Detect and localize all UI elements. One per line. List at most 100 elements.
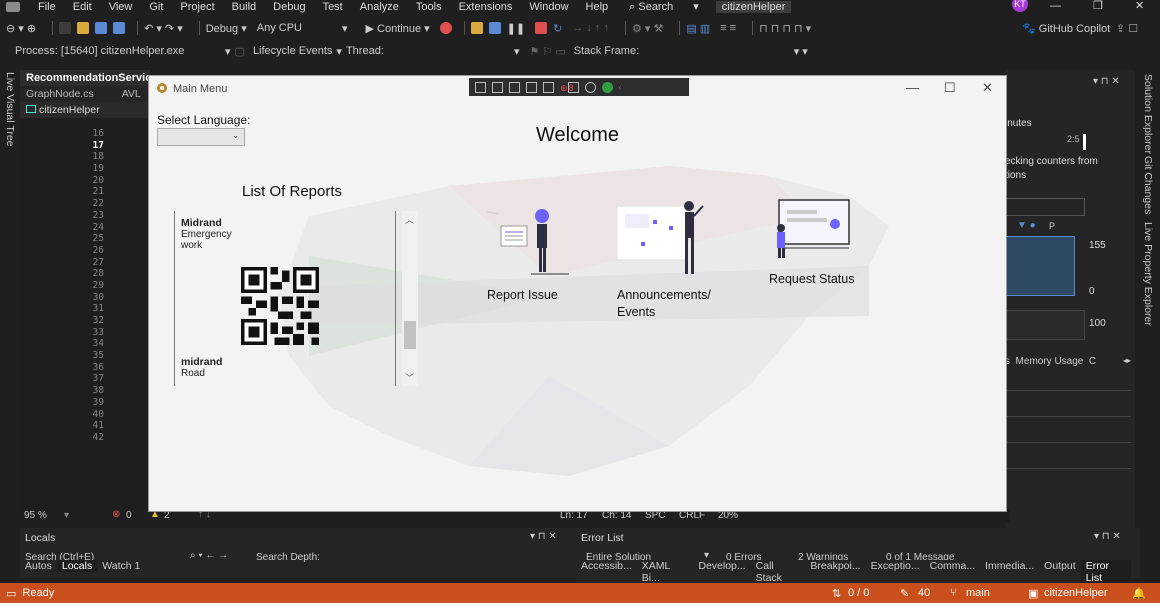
scroll-tabs-icon[interactable]: ◂▸ (1123, 356, 1131, 365)
bookmark-icons[interactable]: ⊓ ⊓ ⊓ ⊓ ▾ (759, 22, 811, 35)
search-box[interactable]: ⌕ Search ▾ (629, 1, 699, 13)
select-element-icon[interactable] (492, 81, 503, 93)
menu-extensions[interactable]: Extensions (459, 1, 513, 13)
menu-window[interactable]: Window (529, 1, 568, 13)
flag-icons[interactable]: ⚑ ⚐ ▭ (529, 45, 565, 58)
error-count[interactable]: 0 (126, 510, 132, 521)
close-icon[interactable]: ✕ (1135, 0, 1144, 12)
announcements-illustration[interactable] (617, 196, 713, 278)
platform-chevron-icon[interactable]: ▾ (342, 22, 348, 35)
locals-controls-icon[interactable]: ▾ ⊓ ✕ (530, 531, 557, 542)
binding-failures-icon[interactable]: ⊛8 (560, 81, 579, 93)
track-focus-icon[interactable] (526, 81, 537, 93)
stop-icon[interactable] (535, 22, 548, 34)
request-status-illustration[interactable] (775, 198, 851, 260)
menu-git[interactable]: Git (149, 1, 163, 13)
collapse-toolbar-icon[interactable]: ‹ (619, 82, 630, 93)
tab-autos[interactable]: Autos (20, 560, 57, 572)
config-dropdown[interactable]: Debug ▾ (206, 22, 247, 35)
accessibility-icon[interactable] (584, 81, 596, 93)
app-minimize-icon[interactable]: — (906, 80, 919, 95)
menu-test[interactable]: Test (323, 1, 343, 13)
tab-command[interactable]: Comma... (925, 560, 981, 584)
changes-count[interactable]: 40 (918, 587, 930, 599)
folder-icon[interactable] (470, 22, 483, 34)
notification-icon[interactable]: 🔔 (1132, 587, 1146, 600)
undo-icon[interactable]: ↶ ▾ ↷ ▾ (144, 22, 183, 35)
hot-reload-status-icon[interactable] (601, 81, 613, 93)
menu-view[interactable]: View (109, 1, 133, 13)
save-all-icon[interactable] (113, 22, 126, 34)
menu-debug[interactable]: Debug (273, 1, 305, 13)
sync-count[interactable]: 0 / 0 (848, 587, 869, 599)
menu-tools[interactable]: Tools (416, 1, 442, 13)
tab-output[interactable]: Output (1039, 560, 1081, 584)
menu-build[interactable]: Build (232, 1, 256, 13)
panel-controls-icon[interactable]: ▾ ⊓ ✕ (1093, 76, 1120, 87)
tab-xaml-binding[interactable]: XAML Bi... (637, 560, 694, 584)
report-issue-illustration[interactable] (487, 204, 573, 276)
tab-recommendation-service[interactable]: RecommendationService (20, 70, 157, 86)
tab-exceptions[interactable]: Exceptio... (866, 560, 925, 584)
reports-list[interactable]: Midrand Emergency work midrand Road (174, 211, 396, 386)
save-icon[interactable] (95, 22, 108, 34)
share-icon[interactable]: ⇪ ☐ (1116, 22, 1138, 35)
menu-file[interactable]: File (38, 1, 56, 13)
menu-edit[interactable]: Edit (73, 1, 92, 13)
list-item[interactable]: Midrand Emergency work (175, 217, 395, 348)
zoom-level[interactable]: 95 % (24, 510, 47, 521)
solution-explorer-tab[interactable]: Solution Explorer (1142, 74, 1154, 154)
app-close-icon[interactable]: ✕ (982, 80, 993, 96)
back-icon[interactable]: ⊖ ▾ ⊕ (6, 22, 36, 35)
scroll-thumb[interactable] (404, 321, 416, 349)
report-issue-label[interactable]: Report Issue (487, 288, 558, 302)
menu-help[interactable]: Help (586, 1, 609, 13)
restart-icon[interactable]: ↻ (553, 22, 562, 35)
tab-call-stack[interactable]: Call Stack (751, 560, 806, 584)
live-property-explorer-tab[interactable]: Live Property Explorer (1142, 222, 1154, 326)
process-chevron-icon[interactable]: ▾ (225, 45, 231, 58)
thread-chevron-icon[interactable]: ▾ (514, 45, 520, 58)
git-changes-tab[interactable]: Git Changes (1142, 156, 1154, 214)
stack-chevron-icon[interactable]: ▾ ▾ (794, 45, 808, 58)
request-status-label[interactable]: Request Status (769, 272, 854, 286)
menu-analyze[interactable]: Analyze (360, 1, 399, 13)
tab-developer[interactable]: Develop... (693, 560, 750, 584)
new-project-icon[interactable] (59, 22, 72, 34)
scroll-down-icon[interactable]: ﹀ (405, 371, 414, 384)
diagnostic-tabs[interactable]: s Memory Usage C (1005, 356, 1096, 367)
repo-name[interactable]: citizenHelper (1044, 587, 1108, 599)
tab-immediate[interactable]: Immedia... (980, 560, 1039, 584)
branch-name[interactable]: main (966, 587, 990, 599)
language-combobox[interactable]: ⌄ (157, 128, 245, 146)
window-icon[interactable] (488, 22, 501, 34)
stack-frame-dropdown[interactable]: Stack Frame: (574, 45, 794, 57)
events-label[interactable]: Events (617, 305, 655, 319)
zoom-chevron-icon[interactable]: ▾ (64, 510, 69, 521)
app-maximize-icon[interactable]: ☐ (944, 80, 956, 96)
scroll-up-icon[interactable]: ︿ (405, 213, 414, 226)
layout-adorners-icon[interactable] (543, 81, 554, 93)
tab-error-list[interactable]: Error List (1080, 560, 1131, 584)
open-icon[interactable] (77, 22, 90, 34)
continue-button[interactable]: ▶ Continue ▾ (366, 22, 430, 35)
tab-watch1[interactable]: Watch 1 (97, 560, 145, 572)
locals-search-icon[interactable]: ⌕ ▾ ← → (190, 550, 228, 561)
restore-icon[interactable]: ❐ (1093, 0, 1103, 12)
lifecycle-dropdown[interactable]: Lifecycle Events (253, 45, 332, 57)
announcements-label[interactable]: Announcements/ (617, 288, 711, 302)
avatar[interactable]: KT (1012, 0, 1028, 12)
debug-tools-icons[interactable]: ⚙ ▾ ⚒ (632, 22, 663, 35)
live-visual-tree-tab[interactable]: Live Visual Tree (4, 72, 16, 147)
list-item[interactable]: midrand Road (175, 356, 395, 379)
copilot-button[interactable]: 🐾 GitHub Copilot (1022, 22, 1110, 35)
display-adorners-icon[interactable] (509, 81, 520, 93)
tab-graphnode[interactable]: GraphNode.cs AVL (20, 86, 150, 102)
process-dropdown[interactable]: Process: [15640] citizenHelper.exe (15, 45, 225, 57)
pause-icon[interactable]: ❚❚ (507, 22, 525, 35)
go-to-live-tree-icon[interactable] (475, 81, 486, 93)
hot-reload-icon[interactable] (439, 22, 452, 34)
menu-project[interactable]: Project (180, 1, 214, 13)
tab-breakpoints[interactable]: Breakpoi... (805, 560, 865, 584)
minimize-icon[interactable]: — (1050, 0, 1061, 12)
